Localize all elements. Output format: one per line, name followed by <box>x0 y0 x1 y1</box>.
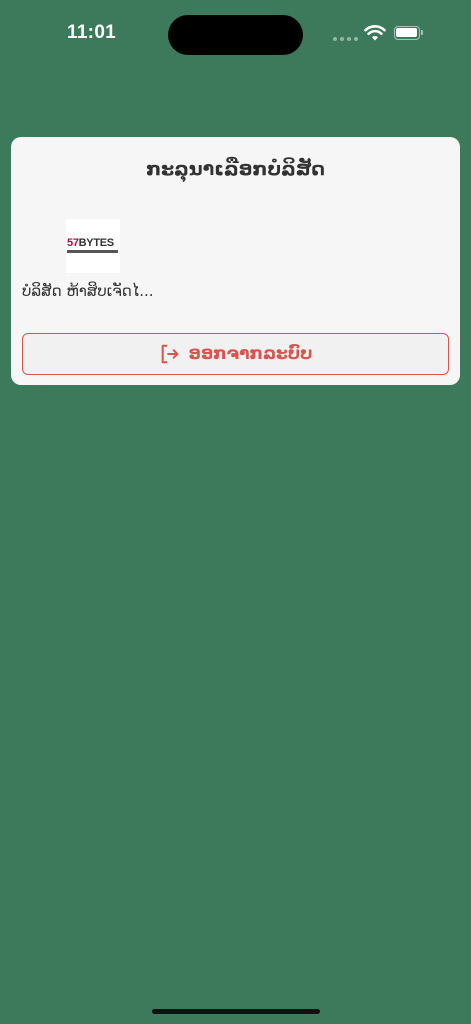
company-name[interactable]: ບໍລິສັດ ຫ້າສິບເຈັດໄ... <box>22 282 154 300</box>
dialog-title: ກະລຸນາເລືອກບໍລິສັດ <box>146 158 325 180</box>
status-time: 11:01 <box>67 22 117 43</box>
battery-icon <box>394 26 424 41</box>
company-select-dialog: ກະລຸນາເລືອກບໍລິສັດ 57BYTES ບໍລິສັດ ຫ້າສິ… <box>11 137 460 385</box>
logout-label: ອອກຈາກລະບົບ <box>188 344 313 364</box>
wifi-icon <box>364 25 386 41</box>
home-indicator[interactable] <box>152 1009 320 1014</box>
status-bar: 11:01 <box>0 0 471 68</box>
logout-button[interactable]: ອອກຈາກລະບົບ <box>22 333 449 375</box>
cellular-signal-icon <box>333 37 358 41</box>
logo-underline <box>67 250 118 253</box>
company-logo[interactable]: 57BYTES <box>66 219 120 273</box>
dynamic-island <box>168 15 303 55</box>
company-logo-text: 57BYTES <box>67 237 114 249</box>
logout-icon <box>161 344 178 364</box>
